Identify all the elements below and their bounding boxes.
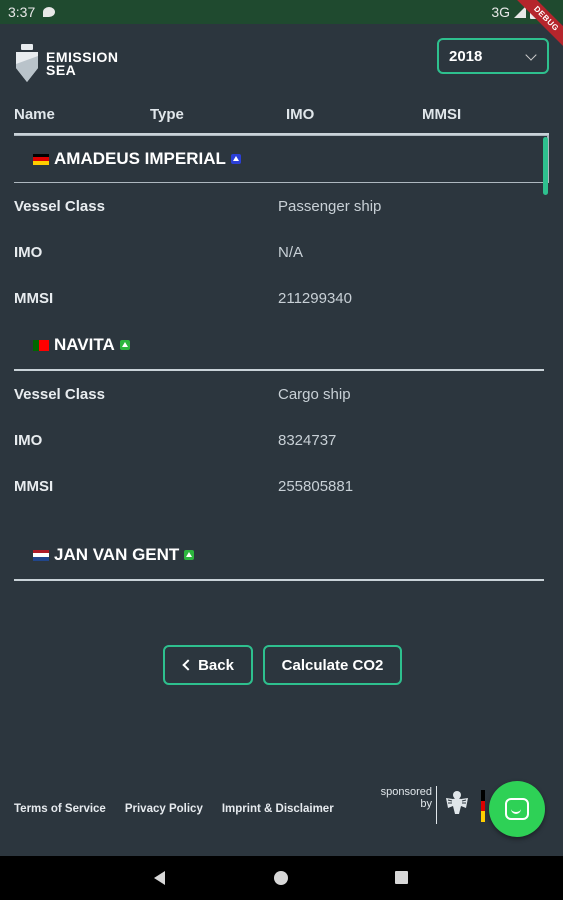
system-navigation-bar [0,856,563,900]
vessel-header-navita[interactable]: NAVITA [0,321,563,369]
imprint-disclaimer-link[interactable]: Imprint & Disclaimer [222,803,334,815]
ship-type-badge-icon [119,340,130,350]
sponsor-divider [436,786,437,824]
shield-logo-icon [16,44,38,82]
ship-type-badge-icon [184,550,195,560]
portugal-flag-icon [33,339,49,351]
germany-flag-icon [33,153,49,165]
detail-row: MMSI 211299340 [0,275,563,321]
calculate-button-label: Calculate CO2 [281,656,384,674]
vessel-header-jan-van-gent[interactable]: JAN VAN GENT [0,531,563,579]
network-type: 3G [491,4,510,20]
detail-value: 211299340 [278,289,352,307]
privacy-policy-link[interactable]: Privacy Policy [125,803,203,815]
status-time: 3:37 [8,4,36,20]
detail-label: Vessel Class [14,385,105,403]
chat-bubble-icon [505,798,529,820]
year-dropdown[interactable]: 2018 [437,38,549,74]
scrollbar-thumb[interactable] [543,137,548,195]
back-button[interactable]: Back [163,645,253,685]
chat-button[interactable] [489,781,545,837]
ship-type-badge-icon [230,154,241,164]
detail-row: MMSI 255805881 [0,463,563,509]
detail-label: IMO [14,243,43,261]
detail-value: Cargo ship [278,385,351,403]
terms-of-service-link[interactable]: Terms of Service [14,803,106,815]
status-bar: 3:37 3G DEBUG [0,0,563,49]
vessel-divider [14,579,544,581]
vessel-list[interactable]: AMADEUS IMPERIAL Vessel Class Passenger … [0,135,563,605]
app-header: EMISSION SEA 2018 [14,38,549,88]
table-header: Name Type IMO MMSI [14,106,548,126]
logo-line-2: SEA [46,62,77,78]
detail-value: Passenger ship [278,197,382,215]
sponsored-line-1: sponsored [380,786,432,798]
detail-label: MMSI [14,477,54,495]
back-button-label: Back [198,656,234,674]
column-header-imo[interactable]: IMO [286,106,314,123]
detail-value: 8324737 [278,431,337,449]
detail-row: IMO 8324737 [0,417,563,463]
message-notification-icon [43,7,56,17]
column-header-mmsi[interactable]: MMSI [422,106,461,123]
calculate-co2-button[interactable]: Calculate CO2 [263,645,402,685]
nav-recents-icon[interactable] [395,871,408,884]
detail-row: IMO N/A [0,229,563,275]
detail-value: N/A [278,243,304,261]
nav-home-icon[interactable] [274,871,288,885]
detail-value: 255805881 [278,477,354,495]
year-selected-value: 2018 [449,47,483,65]
emission-sea-logo[interactable]: EMISSION SEA [14,44,118,84]
chevron-left-icon [182,659,194,671]
footer-links: Terms of Service Privacy Policy Imprint … [14,803,334,815]
sponsored-line-2: by [420,798,432,810]
detail-row: Vessel Class Passenger ship [0,183,563,229]
detail-label: Vessel Class [14,197,105,215]
column-header-type[interactable]: Type [150,106,184,123]
nav-back-icon[interactable] [154,871,165,885]
detail-row: Vessel Class Cargo ship [0,371,563,417]
netherlands-flag-icon [33,549,49,561]
vessel-header-amadeus-imperial[interactable]: AMADEUS IMPERIAL [14,135,549,183]
vessel-name: NAVITA [54,335,115,354]
vessel-name: JAN VAN GENT [54,545,180,564]
detail-label: IMO [14,431,43,449]
chevron-down-icon [525,49,537,61]
action-buttons: Back Calculate CO2 [163,645,402,685]
german-colors-bar [481,790,485,823]
detail-label: MMSI [14,289,54,307]
column-header-name[interactable]: Name [14,106,55,123]
logo-text: EMISSION SEA [46,50,118,78]
sponsored-by-text: sponsored by [372,786,432,810]
federal-eagle-icon [446,791,468,814]
vessel-name: AMADEUS IMPERIAL [54,149,226,168]
